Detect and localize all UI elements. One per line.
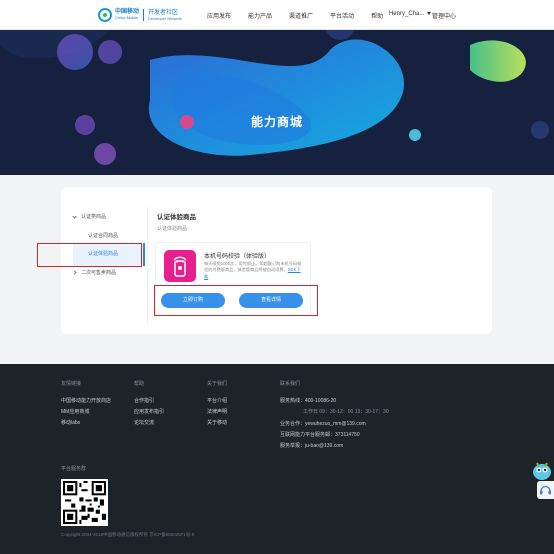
- hero-banner: 能力商城: [0, 30, 554, 175]
- china-mobile-logo-icon: [98, 8, 112, 22]
- sidebar-group-label: 二次可售卖商品: [81, 270, 117, 276]
- chevron-down-icon: [72, 214, 77, 219]
- banner-decoration: [0, 30, 554, 175]
- main-nav: 应用发布 能力产品 渠道推广 平台活动 帮助: [207, 11, 400, 20]
- footer-report-email[interactable]: 服务举报：ju-bao@139.com: [280, 442, 343, 449]
- headset-icon: [540, 485, 551, 495]
- qr-label: 平台服务群: [61, 466, 87, 472]
- sidebar-divider: [147, 207, 148, 325]
- page-title: 能力商城: [250, 115, 303, 129]
- footer-head-links: 友情链接: [61, 381, 82, 387]
- logo-divider: [143, 9, 145, 21]
- footer-link[interactable]: 应用发布指引: [134, 408, 164, 415]
- footer-link[interactable]: 移动labs: [61, 419, 80, 426]
- customer-service-button[interactable]: [537, 481, 554, 499]
- phone-verify-icon: [164, 250, 196, 282]
- qr-code: [61, 479, 108, 526]
- mascot-icon[interactable]: [531, 459, 553, 481]
- sidebar-group-certified[interactable]: 认证类商品: [72, 213, 107, 220]
- sidebar-item-contract-products[interactable]: 认证合同商品: [88, 232, 118, 239]
- footer-head-help: 帮助: [134, 381, 145, 387]
- nav-help[interactable]: 帮助: [371, 11, 383, 20]
- product-description: 每天限免1000次，用完即止。如超额订购未机号码校验的付费版商品，体验版商品将被…: [204, 261, 302, 279]
- footer-head-about: 关于我们: [207, 381, 228, 387]
- nav-capability-products[interactable]: 能力产品: [248, 11, 272, 20]
- user-menu[interactable]: Henry_Cha...: [389, 11, 432, 17]
- copyright: Copyright 2004-2018中国移动通信版权所有 京ICP备05002…: [61, 532, 195, 537]
- footer-link[interactable]: 合作指引: [134, 397, 154, 404]
- community-name: 开发者社区: [148, 9, 179, 16]
- caret-down-icon: [427, 11, 432, 15]
- sidebar-group-resale[interactable]: 二次可售卖商品: [72, 269, 117, 276]
- annotation-box-sidebar: [37, 243, 142, 267]
- top-header: 中国移动 China Mobile 开发者社区 Developer Networ…: [0, 0, 554, 30]
- footer-link[interactable]: 平台介绍: [207, 397, 227, 404]
- management-center-link[interactable]: 管理中心: [432, 11, 456, 20]
- product-name: 本机号码校验（体验版）: [204, 254, 271, 260]
- community-name-en: Developer Network: [148, 15, 183, 21]
- footer-link[interactable]: 中国移动能力开放商店: [61, 397, 111, 404]
- username: Henry_Cha...: [389, 11, 425, 17]
- logo[interactable]: 中国移动 China Mobile 开发者社区 Developer Networ…: [98, 8, 182, 22]
- footer-link[interactable]: 论坛交流: [134, 419, 154, 426]
- footer-biz-email[interactable]: 业务合作：yewuhezuo_mm@139.com: [280, 420, 366, 427]
- qr-code-icon: [63, 481, 106, 524]
- active-indicator: [143, 243, 145, 266]
- footer-service-email: 互联网能力平台服务邮：373114750: [280, 432, 360, 438]
- footer-head-contact: 联系我们: [280, 381, 301, 387]
- site-footer: 友情链接 中国移动能力开放商店 MM应用商城 移动labs 帮助 合作指引 应用…: [0, 364, 554, 554]
- chevron-right-icon: [72, 270, 77, 275]
- section-subtitle: 认证体验商品: [157, 226, 188, 232]
- nav-channel-promotion[interactable]: 渠道推广: [289, 11, 313, 20]
- sidebar-group-label: 认证类商品: [81, 214, 107, 220]
- logo-en: China Mobile: [115, 15, 139, 20]
- nav-app-publish[interactable]: 应用发布: [207, 11, 231, 20]
- annotation-box-buttons: [154, 285, 318, 316]
- footer-hotline: 服务热线：400-10086-20: [280, 398, 337, 404]
- section-title: 认证体验商品: [157, 214, 196, 221]
- footer-link[interactable]: 法律声明: [207, 408, 227, 415]
- nav-platform-events[interactable]: 平台活动: [330, 11, 354, 20]
- footer-link[interactable]: MM应用商城: [61, 408, 89, 415]
- footer-link[interactable]: 关于移动: [207, 419, 227, 426]
- footer-hours: 工作日 09：30-12：00 13：30-17：30: [303, 409, 389, 415]
